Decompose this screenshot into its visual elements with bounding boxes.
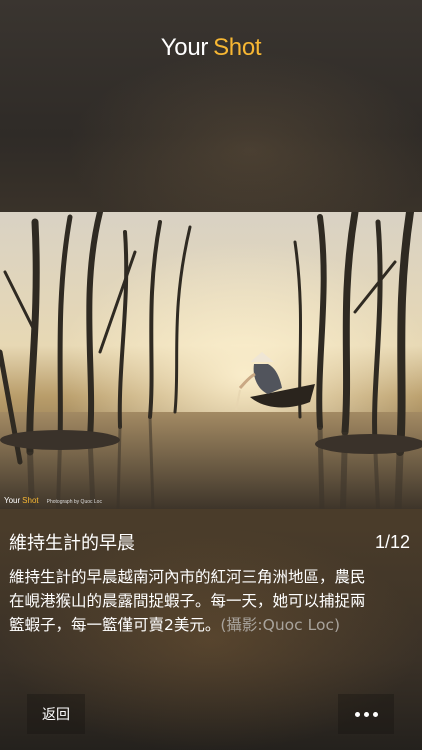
more-dots-icon: [372, 711, 378, 717]
logo-shot-text: Shot: [213, 34, 262, 61]
watermark-your: Your: [4, 496, 21, 505]
watermark-credit: Photograph by Quoc Loc: [46, 499, 102, 505]
photo-watermark: Your Shot Photograph by Quoc Loc: [4, 496, 102, 505]
description-line-1: 維持生計的早晨越南河內市的紅河三角洲地區，農民: [9, 568, 366, 586]
photo-illustration: [0, 212, 422, 509]
logo-your-text: Your: [160, 34, 209, 61]
description-line-2: 在峴港猴山的晨露間捉蝦子。每一天，她可以捕捉兩: [9, 592, 366, 610]
more-dots-icon: [363, 711, 369, 717]
gallery-photo[interactable]: Your Shot Photograph by Quoc Loc: [0, 212, 422, 509]
photo-credit-text: (攝影:Quoc Loc): [220, 616, 341, 634]
more-button[interactable]: [338, 694, 394, 734]
more-dots-icon: [354, 711, 360, 717]
your-shot-logo: Your Shot: [0, 34, 422, 62]
watermark-shot: Shot: [22, 496, 39, 505]
description-line-3: 籃蝦子，每一籃僅可賣2美元。(攝影:Quoc Loc): [9, 613, 413, 637]
photo-description: 維持生計的早晨越南河內市的紅河三角洲地區，農民 在峴港猴山的晨露間捉蝦子。每一天…: [9, 565, 413, 637]
description-line-3-text: 籃蝦子，每一籃僅可賣2美元。: [9, 616, 221, 634]
photo-counter: 1/12: [374, 532, 410, 552]
back-button[interactable]: 返回: [27, 694, 85, 734]
photo-title: 維持生計的早晨: [9, 533, 135, 554]
